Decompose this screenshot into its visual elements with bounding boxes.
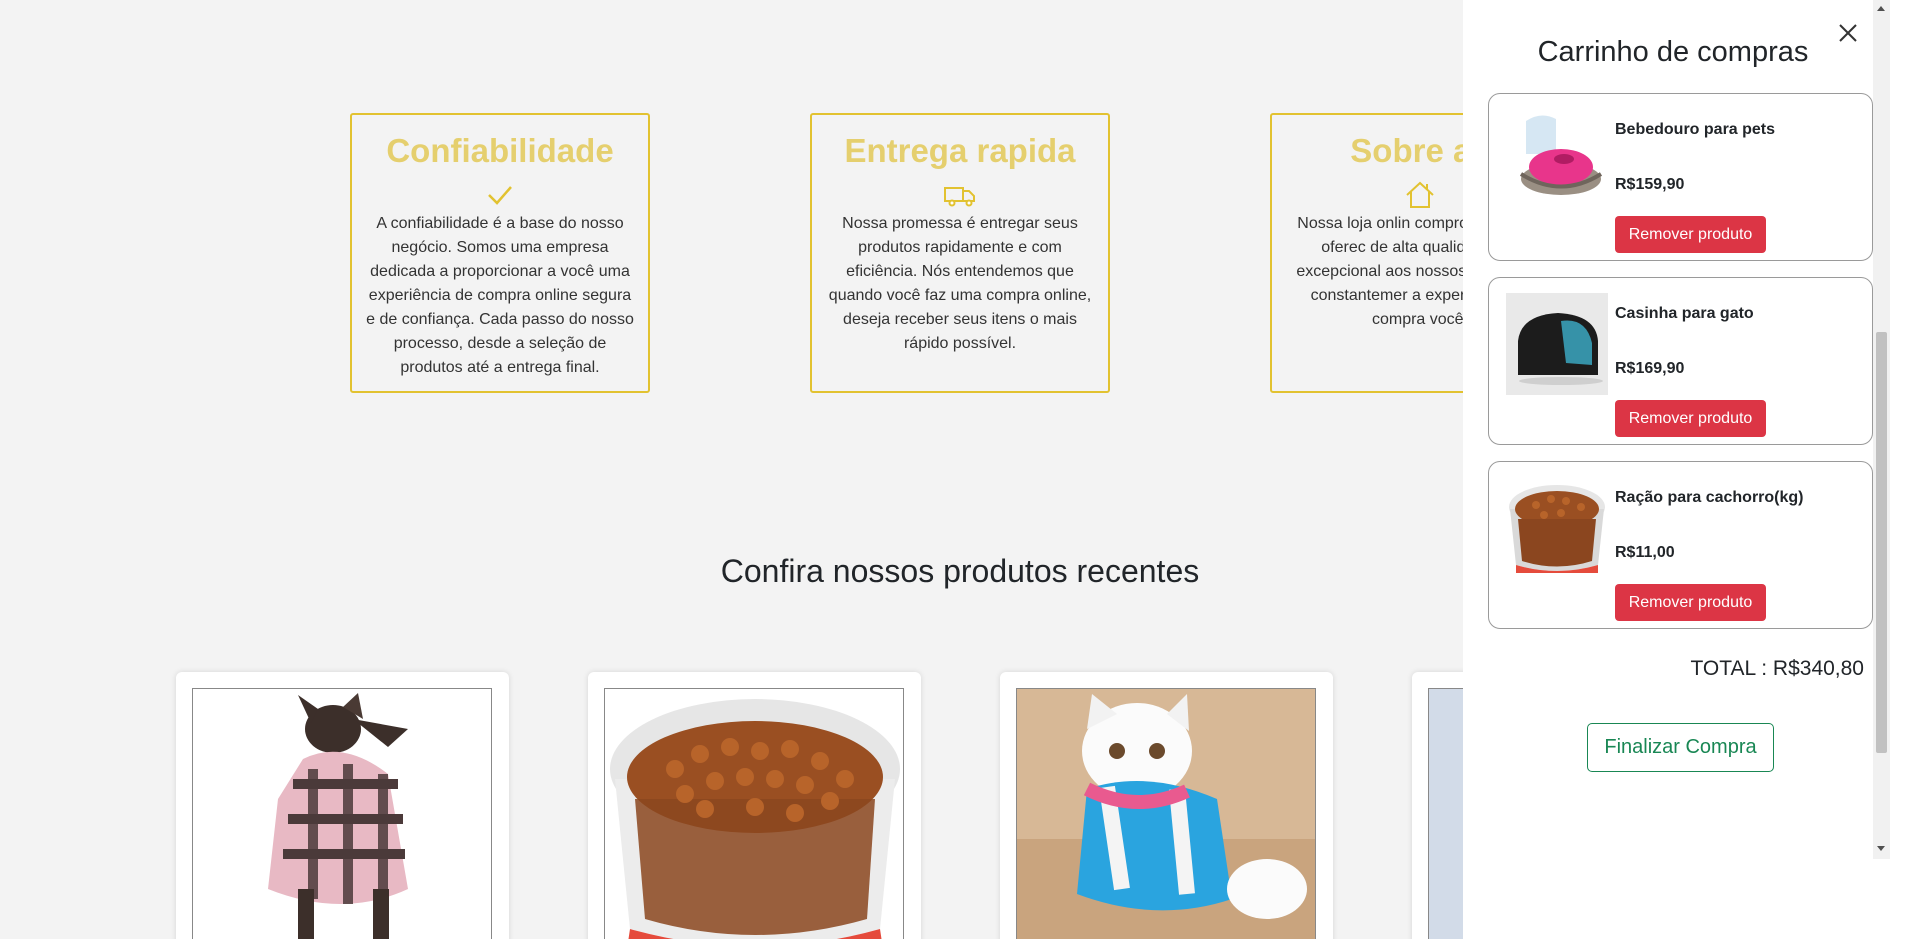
cart-item: Ração para cachorro(kg) R$11,00 Remover …: [1488, 461, 1873, 629]
feature-text: A confiabilidade é a base do nosso negóc…: [366, 215, 634, 376]
cart-item-price: R$11,00: [1615, 544, 1675, 561]
cart-item-price: R$169,90: [1615, 360, 1685, 377]
dog-food-image: [1506, 477, 1608, 579]
cart-item-name: Bebedouro para pets: [1615, 121, 1776, 138]
close-icon[interactable]: [1833, 18, 1863, 48]
product-card[interactable]: [588, 672, 921, 939]
feature-card-confiabilidade: Confiabilidade A confiabilidade é a base…: [350, 113, 650, 393]
remove-product-button[interactable]: Remover produto: [1615, 400, 1766, 437]
feature-card-entrega: Entrega rapida Nossa promessa é entregar…: [810, 113, 1110, 393]
truck-icon: [944, 187, 975, 207]
pet-fountain-image: [1506, 109, 1608, 211]
product-card[interactable]: [1000, 672, 1333, 939]
feature-text: Nossa promessa é entregar seus produtos …: [828, 215, 1092, 352]
cart-drawer: Carrinho de compras Bebedouro para pets …: [1463, 0, 1919, 939]
check-icon: [488, 186, 512, 205]
cart-item: Bebedouro para pets R$159,90 Remover pro…: [1488, 93, 1873, 261]
feature-title: Entrega rapida: [844, 132, 1076, 169]
remove-product-button[interactable]: Remover produto: [1615, 216, 1766, 253]
cart-total: TOTAL : R$340,80: [1690, 657, 1864, 680]
scroll-up-arrow-icon[interactable]: [1877, 6, 1885, 11]
product-image-dog-shirt: [192, 688, 492, 939]
cart-item-name: Casinha para gato: [1615, 305, 1754, 322]
scroll-down-arrow-icon[interactable]: [1877, 846, 1885, 851]
cart-item: Casinha para gato R$169,90 Remover produ…: [1488, 277, 1873, 445]
house-icon: [1406, 181, 1434, 208]
feature-title: Confiabilidade: [386, 132, 614, 169]
cart-title: Carrinho de compras: [1537, 36, 1809, 68]
scrollbar-thumb[interactable]: [1876, 332, 1887, 753]
remove-product-button[interactable]: Remover produto: [1615, 584, 1766, 621]
scrollbar[interactable]: [1873, 0, 1890, 859]
cart-item-name: Ração para cachorro(kg): [1615, 489, 1804, 506]
checkout-button[interactable]: Finalizar Compra: [1587, 723, 1774, 772]
product-card[interactable]: [176, 672, 509, 939]
product-image-dog-food: [604, 688, 904, 939]
cat-house-image: [1506, 293, 1608, 395]
cart-item-price: R$159,90: [1615, 176, 1685, 193]
product-image-cat-shirt: [1016, 688, 1316, 939]
